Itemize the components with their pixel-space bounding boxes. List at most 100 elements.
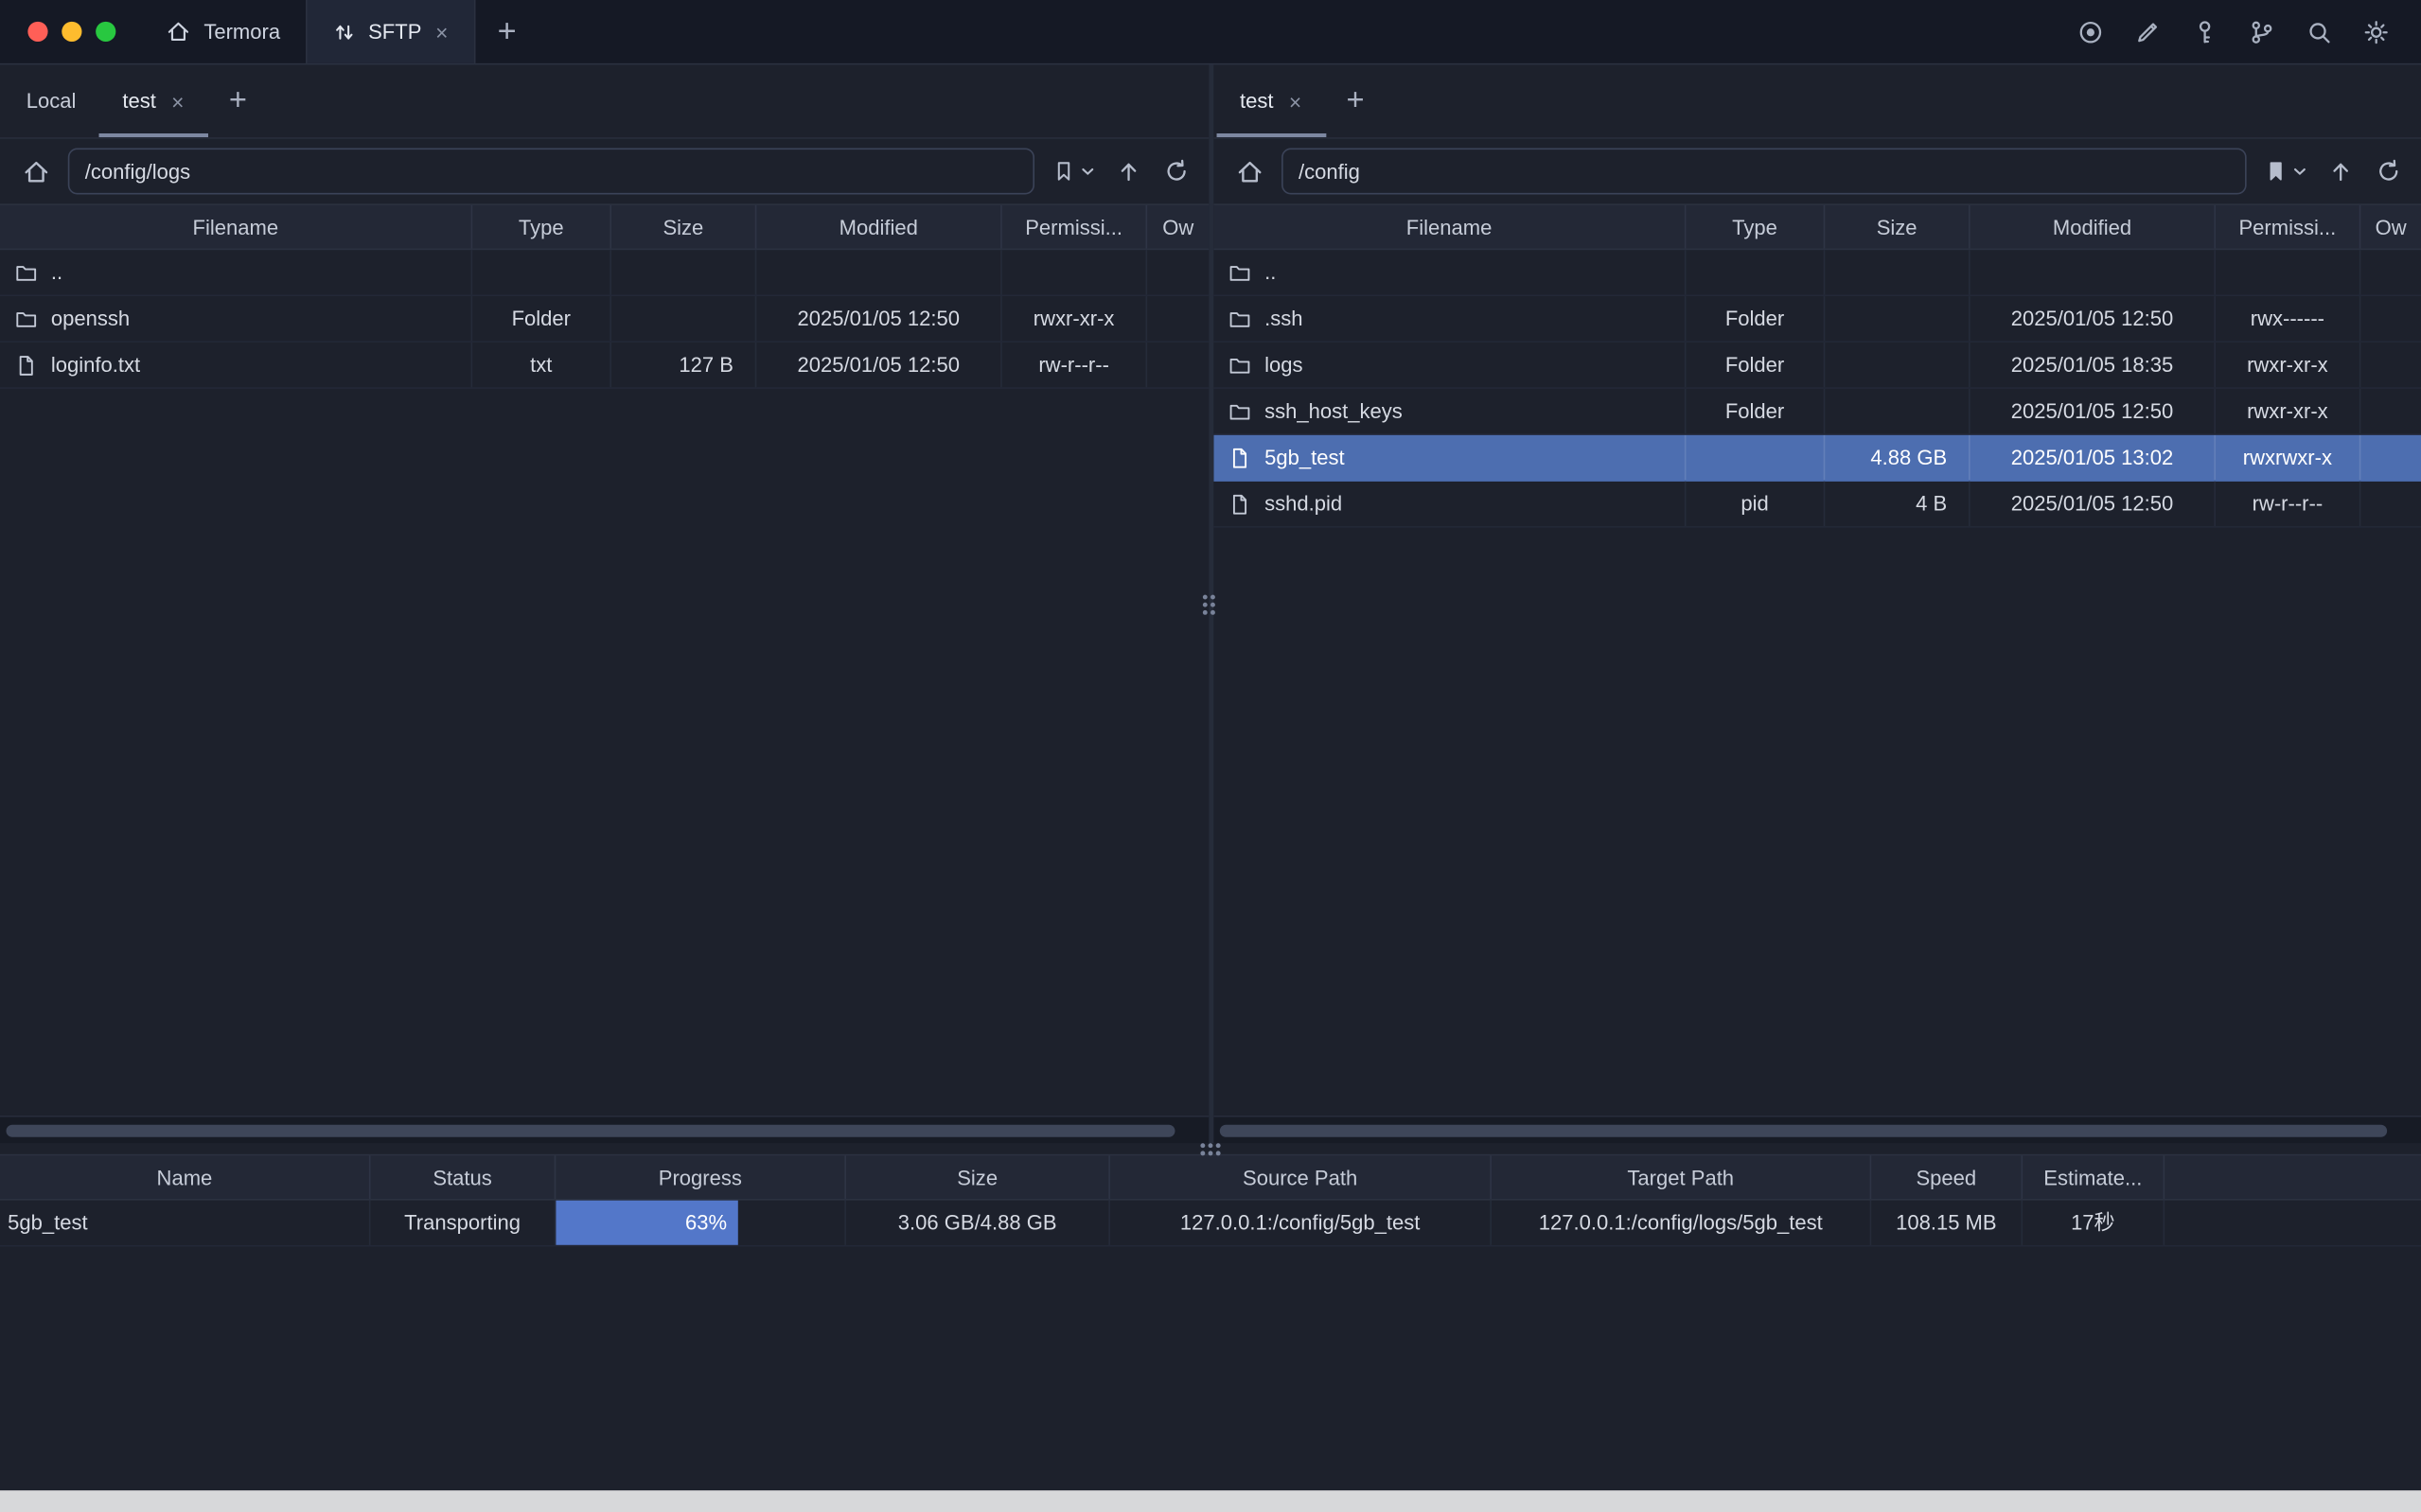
column-header-filler — [2165, 1155, 2421, 1199]
horizontal-splitter[interactable] — [0, 1143, 2421, 1153]
column-header-target-path[interactable]: Target Path — [1492, 1155, 1871, 1199]
column-header-type[interactable]: Type — [472, 205, 611, 249]
file-row[interactable]: openssh Folder 2025/01/05 12:50 rwxr-xr-… — [0, 296, 1209, 343]
key-icon[interactable] — [2188, 14, 2222, 48]
tab-test[interactable]: test × — [1217, 64, 1327, 137]
column-header-modified[interactable]: Modified — [756, 205, 1001, 249]
file-row[interactable]: .. — [1213, 250, 2421, 296]
file-size — [1825, 389, 1970, 433]
file-size — [1825, 296, 1970, 341]
transfer-row[interactable]: 5gb_test Transporting 63% 3.06 GB/4.88 G… — [0, 1201, 2421, 1247]
home-button[interactable] — [19, 153, 55, 189]
column-header-size[interactable]: Size — [846, 1155, 1110, 1199]
file-permissions — [1002, 250, 1147, 294]
file-panes-split: Local test × + — [0, 64, 2421, 1143]
column-header-filename[interactable]: Filename — [0, 205, 472, 249]
parent-directory-button[interactable] — [2324, 154, 2358, 188]
tab-termora[interactable]: Termora — [140, 0, 305, 63]
refresh-button[interactable] — [2372, 154, 2406, 188]
file-modified — [756, 250, 1001, 294]
file-owner — [1147, 296, 1209, 341]
path-input[interactable] — [68, 149, 1034, 195]
transfer-status: Transporting — [371, 1201, 557, 1245]
file-row[interactable]: .. — [0, 250, 1209, 296]
scrollbar-thumb[interactable] — [7, 1124, 1175, 1136]
file-row[interactable]: ssh_host_keys Folder 2025/01/05 12:50 rw… — [1213, 389, 2421, 435]
new-pane-tab-button[interactable]: + — [1326, 64, 1384, 137]
column-header-progress[interactable]: Progress — [556, 1155, 846, 1199]
file-type: pid — [1686, 482, 1825, 526]
settings-icon[interactable] — [2359, 14, 2394, 48]
transfer-estimate: 17秒 — [2023, 1201, 2165, 1245]
column-header-permissions[interactable]: Permissi... — [2216, 205, 2360, 249]
scrollbar-thumb[interactable] — [1220, 1124, 2387, 1136]
new-pane-tab-button[interactable]: + — [209, 64, 267, 137]
file-owner — [2360, 482, 2421, 526]
column-header-owner[interactable]: Ow — [2360, 205, 2421, 249]
file-icon — [1228, 491, 1252, 516]
column-header-owner[interactable]: Ow — [1147, 205, 1209, 249]
file-modified: 2025/01/05 12:50 — [1970, 389, 2216, 433]
file-owner — [2360, 435, 2421, 480]
file-table-header: Filename Type Size Modified Permissi... … — [1213, 203, 2421, 250]
search-icon[interactable] — [2302, 14, 2336, 48]
progress-label: 63% — [556, 1201, 737, 1245]
column-header-speed[interactable]: Speed — [1871, 1155, 2023, 1199]
close-tab-icon[interactable]: × — [433, 21, 450, 43]
file-name: .. — [51, 250, 62, 294]
file-modified: 2025/01/05 12:50 — [1970, 296, 2216, 341]
zoom-window-button[interactable] — [96, 22, 115, 42]
refresh-button[interactable] — [1159, 154, 1193, 188]
file-name: 5gb_test — [1264, 435, 1345, 480]
close-window-button[interactable] — [27, 22, 47, 42]
left-pane: Local test × + — [0, 64, 1209, 1143]
column-header-permissions[interactable]: Permissi... — [1002, 205, 1147, 249]
file-icon — [1228, 445, 1252, 469]
column-header-type[interactable]: Type — [1686, 205, 1825, 249]
close-tab-icon[interactable]: × — [170, 90, 186, 112]
column-header-source-path[interactable]: Source Path — [1110, 1155, 1492, 1199]
parent-directory-button[interactable] — [1112, 154, 1146, 188]
file-row[interactable]: sshd.pid pid 4 B 2025/01/05 12:50 rw-r--… — [1213, 482, 2421, 528]
record-icon[interactable] — [2074, 14, 2108, 48]
horizontal-scrollbar — [0, 1116, 1209, 1143]
column-header-modified[interactable]: Modified — [1970, 205, 2216, 249]
minimize-window-button[interactable] — [62, 22, 81, 42]
file-row[interactable]: .ssh Folder 2025/01/05 12:50 rwx------ — [1213, 296, 2421, 343]
home-button[interactable] — [1232, 153, 1268, 189]
transfer-arrows-icon — [331, 19, 356, 44]
file-row-selected[interactable]: 5gb_test 4.88 GB 2025/01/05 13:02 rwxrwx… — [1213, 435, 2421, 482]
column-header-size[interactable]: Size — [1825, 205, 1970, 249]
file-list-empty-area — [0, 389, 1209, 1116]
app-window: Termora SFTP × + — [0, 0, 2421, 1512]
column-header-size[interactable]: Size — [611, 205, 756, 249]
transfer-row-filler — [2165, 1201, 2421, 1245]
tab-local[interactable]: Local — [3, 64, 99, 137]
vertical-splitter[interactable] — [1209, 64, 1213, 1143]
file-row[interactable]: logs Folder 2025/01/05 18:35 rwxr-xr-x — [1213, 343, 2421, 389]
remote-pane: test × + — [1213, 64, 2421, 1143]
bookmark-button[interactable] — [2260, 156, 2309, 187]
splitter-grip-icon — [1203, 594, 1215, 614]
bookmark-button[interactable] — [1049, 156, 1098, 187]
column-header-name[interactable]: Name — [0, 1155, 371, 1199]
path-input[interactable] — [1281, 149, 2247, 195]
new-window-tab-button[interactable]: + — [479, 0, 535, 63]
tab-test[interactable]: test × — [99, 64, 209, 137]
column-header-estimate[interactable]: Estimate... — [2023, 1155, 2165, 1199]
left-pane-tabbar: Local test × + — [0, 64, 1209, 138]
file-permissions: rwxrwxr-x — [2216, 435, 2360, 480]
transfer-source-path: 127.0.0.1:/config/5gb_test — [1110, 1201, 1492, 1245]
file-permissions: rw-r--r-- — [2216, 482, 2360, 526]
column-header-filename[interactable]: Filename — [1213, 205, 1686, 249]
tab-sftp[interactable]: SFTP × — [305, 0, 476, 63]
close-tab-icon[interactable]: × — [1287, 90, 1303, 112]
file-type: Folder — [1686, 389, 1825, 433]
file-permissions: rwxr-xr-x — [1002, 296, 1147, 341]
edit-icon[interactable] — [2130, 14, 2165, 48]
branch-icon[interactable] — [2245, 14, 2279, 48]
file-type — [472, 250, 611, 294]
column-header-status[interactable]: Status — [371, 1155, 557, 1199]
file-size — [611, 250, 756, 294]
file-row[interactable]: loginfo.txt txt 127 B 2025/01/05 12:50 r… — [0, 343, 1209, 389]
